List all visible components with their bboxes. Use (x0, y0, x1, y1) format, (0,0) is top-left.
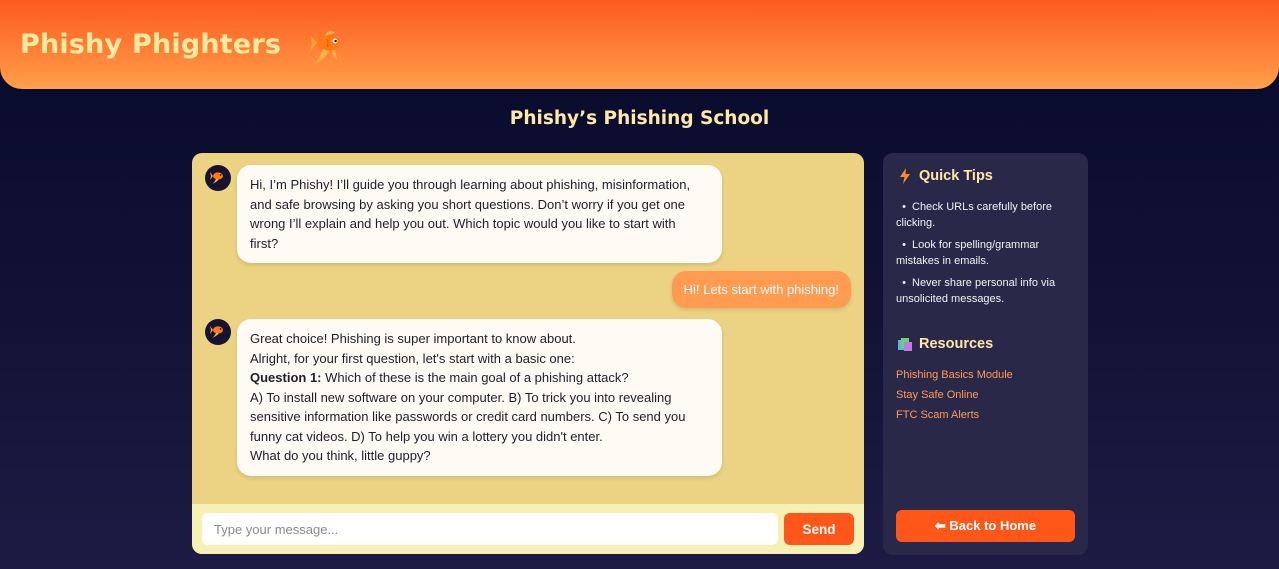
resource-link-ftc-alerts[interactable]: FTC Scam Alerts (896, 409, 1075, 421)
question-label: Question 1: (250, 370, 322, 385)
message-line: What do you think, little guppy? (250, 448, 431, 463)
message-line: wrong I’ll explain and help you out. Whi… (250, 216, 676, 231)
resources-heading: Resources (896, 335, 1075, 353)
goldfish-icon (209, 321, 227, 344)
quick-tips-heading: Quick Tips (896, 167, 1075, 185)
books-icon (896, 335, 914, 353)
bot-avatar (205, 319, 231, 345)
message-input[interactable] (202, 513, 778, 545)
bot-avatar (205, 165, 231, 191)
page-title: Phishy’s Phishing School (509, 108, 770, 129)
option-line: funny cat videos. D) To help you win a l… (250, 428, 603, 444)
tip-item: • Check URLs carefully before clicking. (896, 201, 1053, 229)
option-line: A) To install new software on your compu… (250, 389, 672, 405)
resource-link-stay-safe[interactable]: Stay Safe Online (896, 389, 1075, 401)
resource-link-phishing-basics[interactable]: Phishing Basics Module (896, 369, 1075, 381)
tips-list: • Check URLs carefully before clicking. •… (896, 199, 1075, 307)
resources-title: Resources (919, 336, 994, 352)
goldfish-icon (209, 167, 227, 190)
back-to-home-button[interactable]: ⬅ Back to Home (896, 510, 1075, 542)
message-line: and safe browsing by asking you short qu… (250, 196, 686, 212)
lightning-icon (896, 167, 914, 185)
question-text: Which of these is the main goal of a phi… (321, 370, 629, 385)
quick-tips-title: Quick Tips (919, 168, 993, 184)
question-line: Question 1: Which of these is the main g… (250, 368, 710, 388)
option-line: sensitive information like passwords or … (250, 409, 686, 424)
message-line: first? (250, 235, 279, 251)
message-composer: Send (192, 504, 864, 554)
message-line: Great choice! Phishing is super importan… (250, 331, 576, 346)
message-line: Hi, I’m Phishy! I’ll guide you through l… (250, 177, 691, 192)
bot-message: Hi, I’m Phishy! I’ll guide you through l… (237, 165, 722, 263)
tip-item: • Never share personal info via unsolicit… (896, 277, 1056, 305)
sidebar: Quick Tips • Check URLs carefully before … (883, 153, 1088, 555)
message-line: Alright, for your first question, let's … (250, 350, 575, 366)
app-header: Phishy Phighters (0, 0, 1279, 89)
user-message: Hi! Lets start with phishing! (671, 271, 851, 308)
goldfish-icon (307, 23, 351, 67)
bot-message: Great choice! Phishing is super importan… (237, 319, 722, 476)
send-button[interactable]: Send (784, 513, 854, 545)
brand-title: Phishy Phighters (20, 29, 282, 60)
resources-list: Phishing Basics Module Stay Safe Online … (896, 369, 1075, 421)
tip-item: • Look for spelling/grammar mistakes in e… (896, 239, 1040, 267)
chat-panel: Hi, I’m Phishy! I’ll guide you through l… (192, 153, 864, 554)
